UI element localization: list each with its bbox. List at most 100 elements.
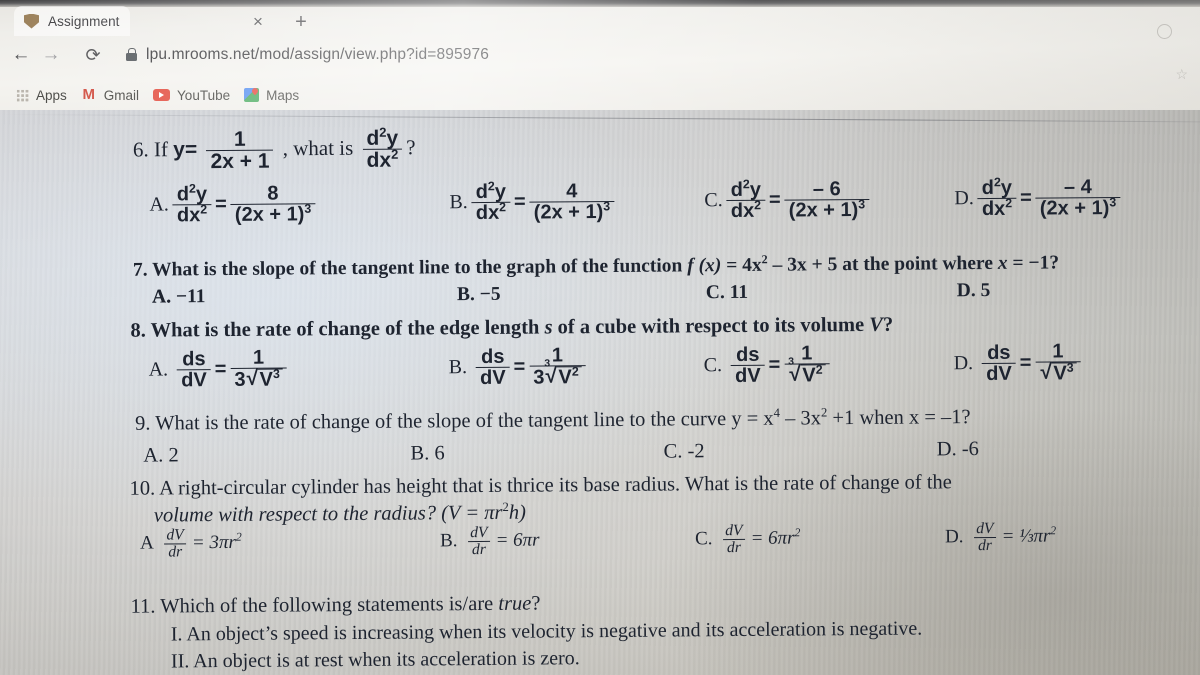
q6c-den: (2x + 1)3	[784, 198, 870, 222]
q7-opt-a[interactable]: A. −11	[152, 284, 452, 308]
youtube-icon	[153, 89, 171, 101]
q9-opt-a[interactable]: A. 2	[143, 443, 405, 468]
q10-option-a[interactable]: A dV dr = 3πr2	[140, 525, 440, 560]
forward-icon[interactable]: →	[38, 42, 64, 68]
q7-text: 7. What is the slope of the tangent line…	[132, 255, 683, 281]
q6-frac-den: 2x + 1	[206, 150, 274, 174]
q7-opt-d[interactable]: D. 5	[957, 280, 991, 302]
q10-option-d[interactable]: D. dV dr = ⅓πr2	[945, 520, 1056, 554]
q10c-lhs: dV dr	[721, 522, 747, 556]
q8d-rhs: 1 √ V3	[1035, 340, 1081, 385]
navigation-bar: ← → ⟳ lpu.mrooms.net/mod/assign/view.php…	[0, 38, 1200, 72]
worksheet-content: 6. If y= 1 2x + 1 , what is d2y dx2 ? A.…	[0, 110, 1200, 675]
option-letter: A.	[149, 193, 169, 216]
q6c-lhs: d2y dx2	[726, 177, 766, 222]
q6b-value: 4	[566, 180, 578, 203]
q6-option-d[interactable]: D. d2y dx2 = – 4 (2x + 1)3	[954, 175, 1124, 220]
close-icon[interactable]: ×	[248, 12, 268, 32]
tab-assignment[interactable]: Assignment	[14, 6, 130, 36]
question-10-options: A dV dr = 3πr2 B. dV dr = 6πr C. dV dr =…	[140, 520, 1180, 561]
q8-option-c[interactable]: C. ds dV = 1 √ 3 V2	[704, 342, 954, 387]
browser-chrome: Assignment × + ← → ⟳ lpu.mrooms.net/mod/…	[0, 0, 1200, 112]
q8-v: V	[869, 313, 884, 336]
q6b-lhs: d2y dx2	[471, 179, 511, 224]
q6-option-c[interactable]: C. d2y dx2 = – 6 (2x + 1)3	[704, 177, 954, 222]
bookmark-youtube[interactable]: YouTube	[153, 88, 230, 103]
q6b-den: (2x + 1)3	[529, 200, 615, 224]
q8-qmark: ?	[882, 313, 894, 336]
q10-option-c[interactable]: C. dV dr = 6πr2	[695, 521, 945, 556]
q10d-rhs: = ⅓πr2	[1001, 524, 1057, 548]
q6-eq: =	[184, 137, 198, 162]
q8b-den: 3 √ 3 V2	[529, 359, 586, 389]
q8b-lhs: ds dV	[476, 345, 510, 389]
question-6-stem: 6. If y= 1 2x + 1 , what is d2y dx2 ?	[133, 125, 416, 174]
q11-statement-2: II. An object is at rest when its accele…	[170, 647, 580, 673]
q8-s: s	[544, 316, 553, 339]
option-letter: C.	[704, 189, 723, 212]
question-11-stem: 11. Which of the following statements is…	[130, 593, 540, 619]
bookmark-gmail[interactable]: M Gmail	[81, 87, 140, 103]
q6b-rhs: 4 (2x + 1)3	[529, 180, 615, 224]
url-text: lpu.mrooms.net/mod/assign/view.php?id=89…	[146, 45, 490, 63]
q6-fraction: 1 2x + 1	[206, 127, 274, 174]
q7-eq: = 4x2	[726, 252, 768, 277]
q8-option-d[interactable]: D. ds dV = 1 √ V3	[954, 340, 1085, 385]
q8a-num: 1	[252, 346, 265, 369]
shield-icon	[24, 13, 39, 29]
new-tab-button[interactable]: +	[290, 11, 312, 33]
apps-grid-icon	[16, 88, 29, 102]
q8a-lhs: ds dV	[177, 348, 211, 391]
browser-window: Assignment × + ← → ⟳ lpu.mrooms.net/mod/…	[0, 0, 1200, 675]
q6-qmark: ?	[406, 135, 416, 160]
reload-icon[interactable]: ⟳	[80, 42, 106, 68]
q6-option-b[interactable]: B. d2y dx2 = 4 (2x + 1)3	[449, 179, 704, 224]
q9-text: 9. What is the rate of change of the slo…	[135, 408, 727, 435]
question-8-options: A. ds dV = 1 3 √ V3 B. ds dV = 1 3 √ 3 V…	[149, 340, 1189, 391]
q6-mid: , what is	[282, 135, 354, 161]
address-bar[interactable]: lpu.mrooms.net/mod/assign/view.php?id=89…	[126, 41, 489, 68]
q10b-rhs: = 6πr	[495, 529, 540, 552]
question-9-options: A. 2 B. 6 C. -2 D. -6	[143, 437, 1173, 468]
q8c-rhs: 1 √ 3 V2	[784, 342, 830, 387]
q11-stem-text: 11. Which of the following statements is…	[130, 592, 494, 618]
question-7-option-row: A. −11 B. −5 C. 11 D. 5	[152, 280, 990, 309]
q7-function: f (x)	[687, 255, 722, 277]
worksheet-photo: 6. If y= 1 2x + 1 , what is d2y dx2 ? A.…	[0, 110, 1200, 675]
question-7-stem: 7. What is the slope of the tangent line…	[133, 252, 1059, 281]
q7-opt-b[interactable]: B. −5	[457, 282, 701, 306]
bookmark-apps[interactable]: Apps	[16, 88, 67, 103]
q11-stem-end: ?	[531, 592, 541, 615]
option-letter: D.	[954, 187, 974, 210]
bookmark-label: Gmail	[103, 87, 140, 103]
option-letter: D.	[944, 526, 964, 548]
q9-curve: y = x4 – 3x2 +1 when x = –1?	[731, 405, 971, 431]
q6a-rhs: 8 (2x + 1)3	[230, 183, 316, 226]
q6-frac-num: 1	[233, 127, 246, 151]
q6d-rhs: – 4 (2x + 1)3	[1035, 176, 1121, 220]
q8-text-b: of a cube with respect to its volume	[557, 313, 865, 339]
bookmark-maps[interactable]: Maps	[244, 88, 299, 103]
question-6-options: A. d2y dx2 = 8 (2x + 1)3 B. d2y dx2 = 4 …	[149, 175, 1189, 227]
bookmarks-bar: Apps M Gmail YouTube Maps	[0, 80, 1200, 110]
q10c-rhs: = 6πr2	[750, 526, 801, 550]
q9-opt-c[interactable]: C. -2	[664, 438, 932, 463]
q6c-value: – 6	[812, 178, 841, 201]
profile-avatar-icon[interactable]	[1157, 24, 1172, 39]
q10a-lhs: dV dr	[162, 526, 188, 560]
tab-strip: Assignment × +	[0, 4, 1200, 36]
q8-option-b[interactable]: B. ds dV = 1 3 √ 3 V2	[449, 344, 704, 389]
q10-option-b[interactable]: B. dV dr = 6πr	[440, 523, 695, 558]
q7-opt-c[interactable]: C. 11	[706, 280, 952, 304]
q6c-rhs: – 6 (2x + 1)3	[784, 178, 870, 222]
back-icon[interactable]: ←	[8, 42, 34, 68]
q6-option-a[interactable]: A. d2y dx2 = 8 (2x + 1)3	[149, 182, 449, 227]
question-9-stem: 9. What is the rate of change of the slo…	[135, 405, 971, 436]
q9-opt-b[interactable]: B. 6	[410, 441, 658, 466]
q10b-lhs: dV dr	[466, 524, 492, 558]
q8-option-a[interactable]: A. ds dV = 1 3 √ V3	[149, 346, 449, 391]
q9-opt-d[interactable]: D. -6	[937, 438, 979, 461]
q8-text-a: 8. What is the rate of change of the edg…	[130, 316, 540, 342]
option-letter: B.	[448, 355, 468, 379]
q6-y: y	[173, 138, 185, 162]
